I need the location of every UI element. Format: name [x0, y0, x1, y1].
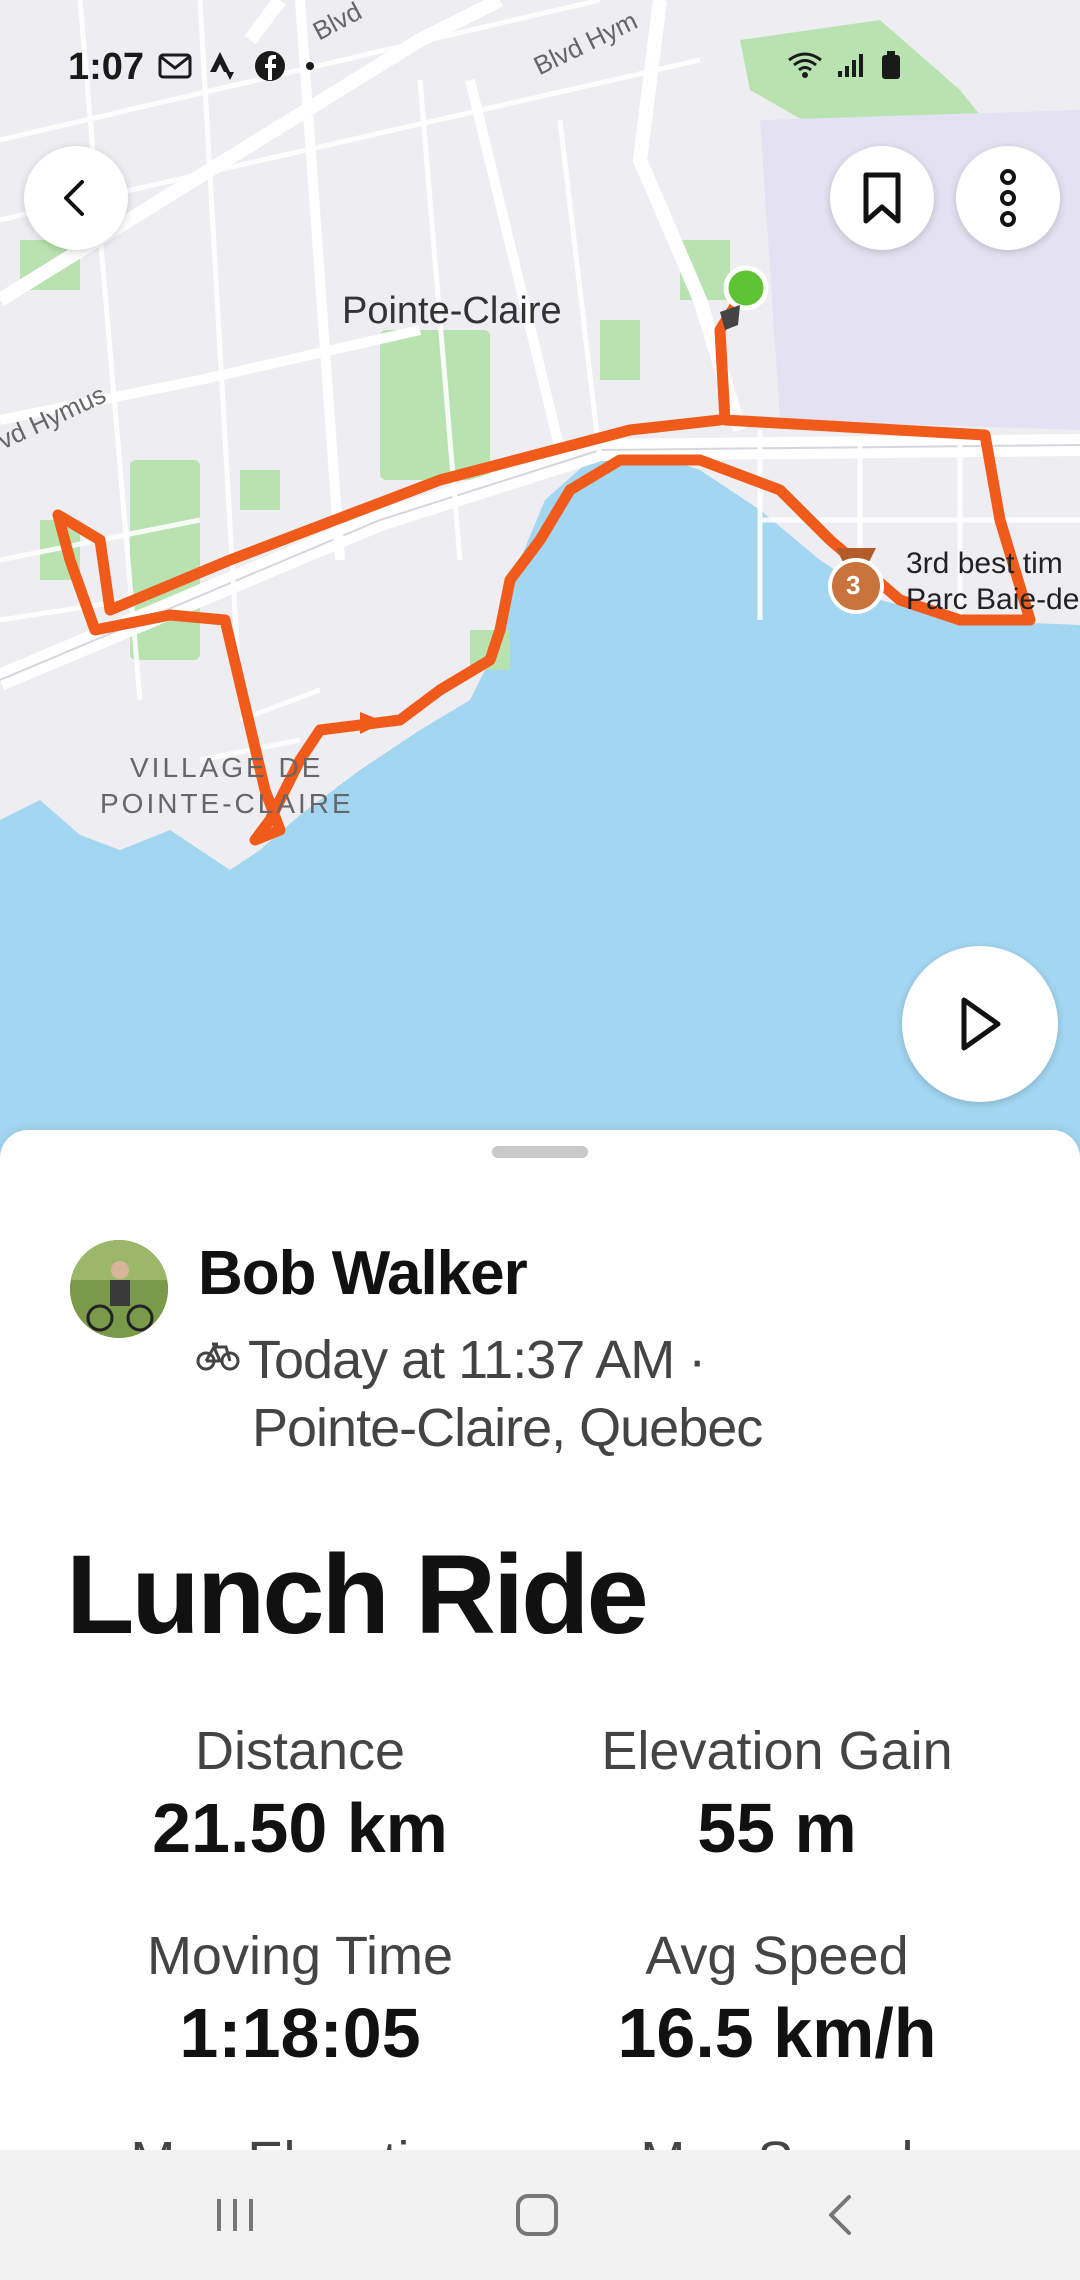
recent-apps-button[interactable] — [200, 2185, 270, 2245]
stat-value: 1:18:05 — [179, 1994, 421, 2072]
battery-icon — [882, 51, 900, 79]
home-button[interactable] — [502, 2185, 572, 2245]
chevron-left-icon — [64, 180, 84, 216]
athlete-name[interactable]: Bob Walker — [198, 1238, 528, 1309]
facebook-icon — [255, 51, 285, 81]
play-icon — [961, 997, 1001, 1051]
stat-avg-speed: Avg Speed 16.5 km/h — [527, 1925, 1027, 2073]
segment-rank-number: 3 — [846, 570, 861, 600]
stat-label: Moving Time — [146, 1926, 454, 1986]
home-icon — [516, 2194, 558, 2236]
chevron-left-icon — [829, 2195, 851, 2235]
system-back-button[interactable] — [805, 2185, 875, 2245]
stat-value: 21.50 km — [152, 1789, 448, 1867]
save-route-button[interactable] — [830, 146, 934, 250]
stat-max-elevation: Max Elevation — [50, 2130, 550, 2150]
status-icons-right — [786, 50, 902, 80]
recent-apps-icon — [217, 2199, 253, 2231]
mail-icon — [158, 53, 192, 79]
segment-label[interactable]: 3rd best tim Parc Baie-de — [906, 546, 1079, 618]
status-bar: 1:07 — [0, 40, 1080, 100]
stat-distance: Distance 21.50 km — [50, 1720, 550, 1868]
back-button[interactable] — [24, 146, 128, 250]
status-time: 1:07 — [68, 46, 145, 88]
stat-label: Elevation Gain — [601, 1721, 953, 1781]
sheet-drag-handle[interactable] — [492, 1146, 588, 1158]
activity-location: Pointe-Claire, Quebec — [252, 1398, 763, 1458]
stat-label: Distance — [194, 1721, 406, 1781]
activity-date: Today at 11:37 AM · — [248, 1330, 706, 1390]
stat-label: Max Elevation — [50, 2130, 550, 2150]
more-options-button[interactable] — [956, 146, 1060, 250]
status-icons-left — [158, 50, 316, 82]
stat-elevation-gain: Elevation Gain 55 m — [527, 1720, 1027, 1868]
system-nav-bar — [0, 2150, 1080, 2280]
stat-label: Avg Speed — [645, 1926, 909, 1986]
stat-value: 55 m — [697, 1789, 857, 1867]
wifi-icon — [788, 52, 822, 78]
strava-icon — [210, 52, 234, 80]
activity-title: Lunch Ride — [66, 1532, 649, 1657]
more-vertical-icon — [1000, 169, 1016, 227]
bookmark-icon — [863, 172, 901, 224]
activity-details-sheet[interactable]: Bob Walker Today at 11:37 AM · Pointe-Cl… — [0, 1130, 1080, 2150]
map-city-label: Pointe-Claire — [342, 290, 562, 332]
stat-moving-time: Moving Time 1:18:05 — [50, 1925, 550, 2073]
map-village-label: POINTE-CLAIRE — [100, 788, 354, 819]
play-flyover-button[interactable] — [902, 946, 1058, 1102]
stat-label: Max Speed — [527, 2130, 1027, 2150]
signal-icon — [838, 54, 863, 77]
activity-meta: Today at 11:37 AM · Pointe-Claire, Quebe… — [196, 1326, 763, 1462]
bike-icon — [196, 1342, 240, 1371]
avatar[interactable] — [70, 1240, 168, 1338]
dot-icon — [306, 62, 314, 70]
segment-label-line2: Parc Baie-de — [906, 583, 1080, 616]
stat-max-speed: Max Speed — [527, 2130, 1027, 2150]
map-village-label: VILLAGE DE — [130, 752, 324, 783]
stat-value: 16.5 km/h — [617, 1994, 937, 2072]
segment-label-line1: 3rd best tim — [906, 547, 1063, 580]
